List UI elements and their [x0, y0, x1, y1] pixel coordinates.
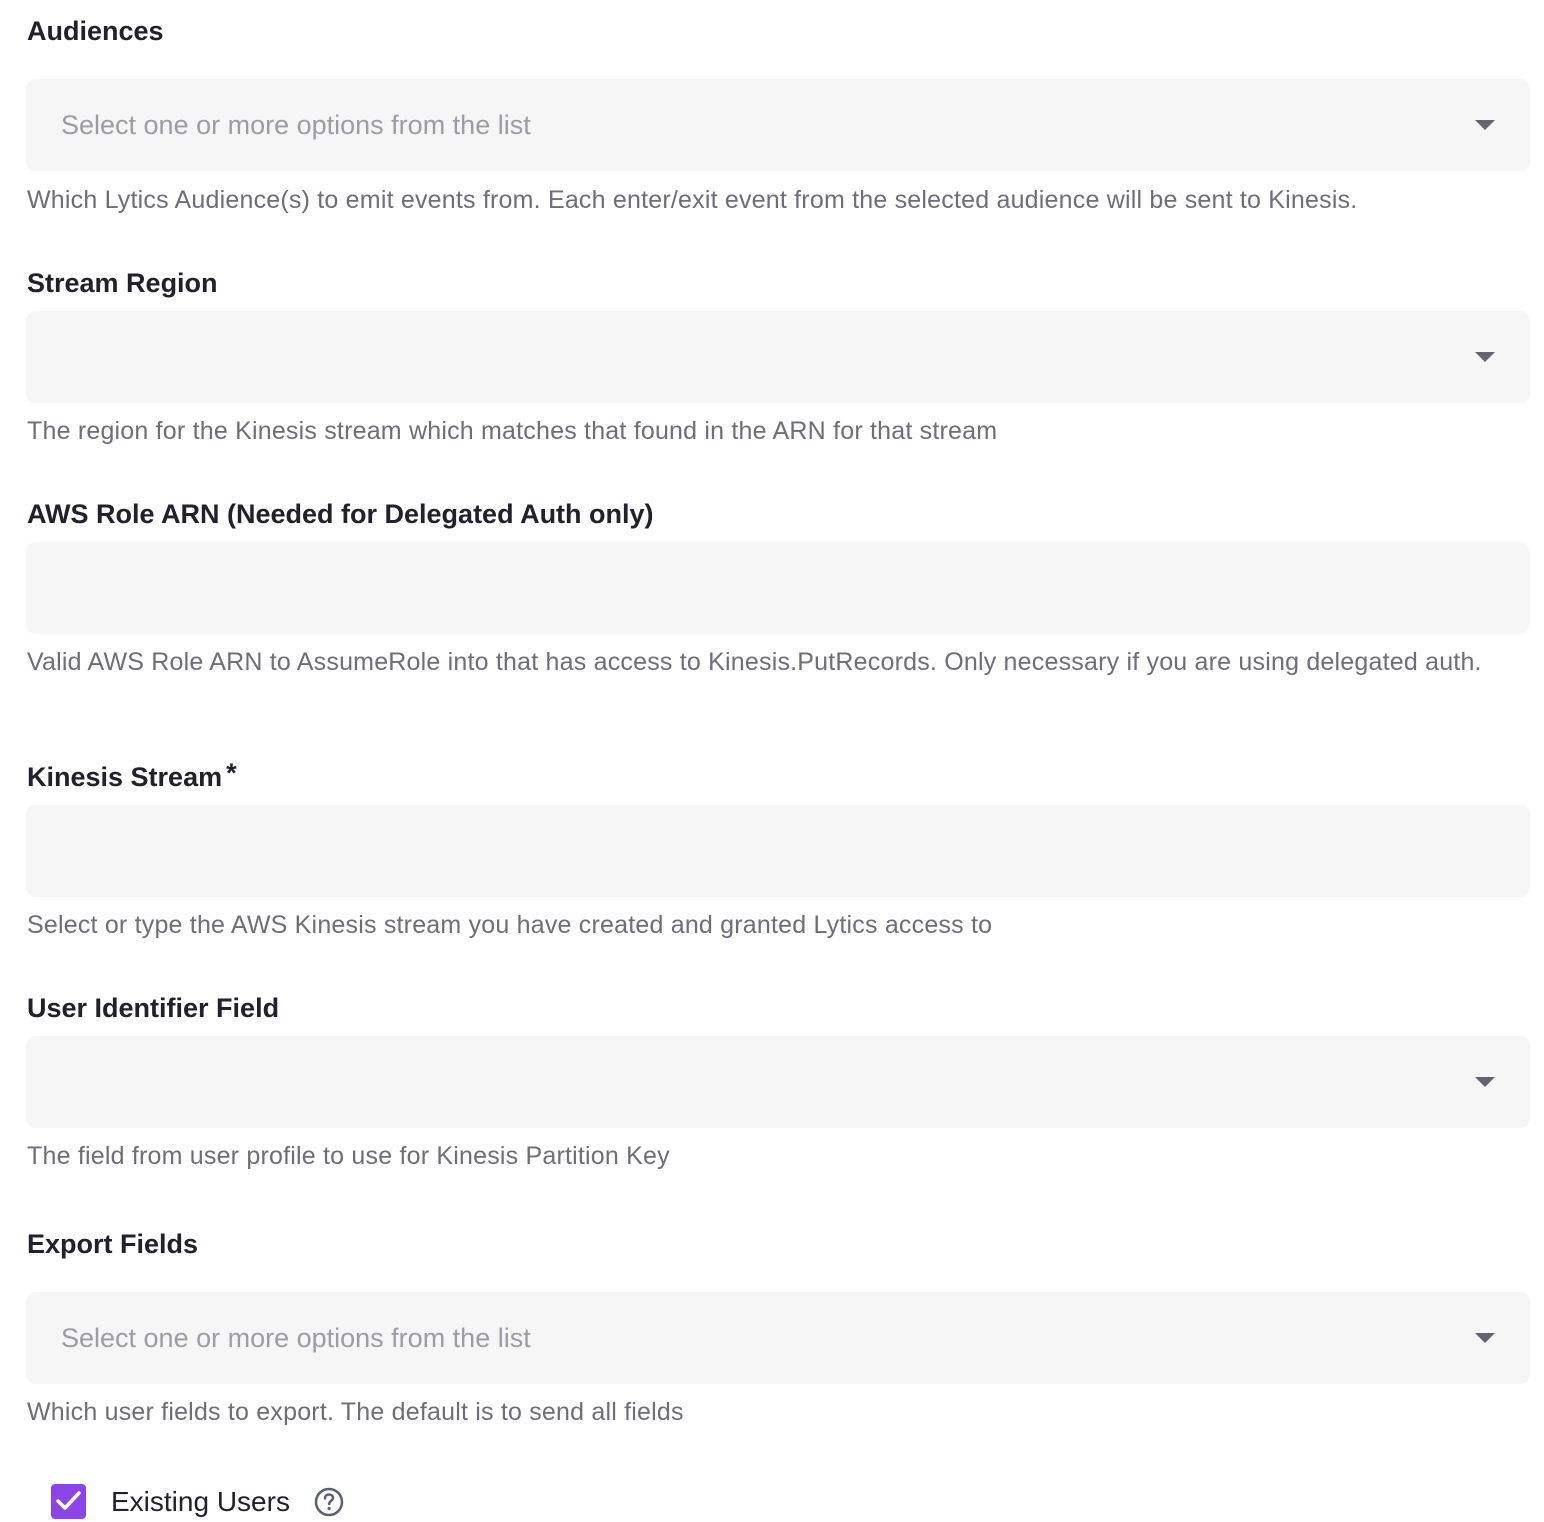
- audiences-select[interactable]: Select one or more options from the list: [26, 79, 1530, 171]
- aws-role-arn-input[interactable]: [26, 542, 1530, 634]
- kinesis-stream-label-text: Kinesis Stream: [27, 762, 223, 792]
- export-fields-placeholder: Select one or more options from the list: [61, 1323, 531, 1353]
- chevron-down-icon[interactable]: [1475, 1333, 1495, 1343]
- existing-users-label[interactable]: Existing Users: [111, 1484, 290, 1520]
- aws-role-arn-help-text: Valid AWS Role ARN to AssumeRole into th…: [27, 648, 1482, 676]
- audiences-help-text: Which Lytics Audience(s) to emit events …: [27, 186, 1358, 214]
- audiences-label: Audiences: [27, 16, 164, 46]
- user-identifier-field-label: User Identifier Field: [27, 993, 280, 1023]
- aws-role-arn-label: AWS Role ARN (Needed for Delegated Auth …: [27, 499, 654, 529]
- export-fields-label: Export Fields: [27, 1229, 199, 1259]
- chevron-down-icon[interactable]: [1475, 352, 1495, 362]
- export-fields-help-text: Which user fields to export. The default…: [27, 1398, 684, 1426]
- stream-region-select[interactable]: [26, 311, 1530, 403]
- chevron-down-icon[interactable]: [1475, 120, 1495, 130]
- stream-region-label: Stream Region: [27, 268, 218, 298]
- kinesis-stream-label: Kinesis Stream *: [27, 758, 237, 793]
- checkmark-icon: [56, 1491, 81, 1510]
- help-circle-icon[interactable]: [314, 1487, 344, 1517]
- required-marker: *: [226, 758, 237, 788]
- kinesis-stream-input[interactable]: [26, 805, 1530, 897]
- user-identifier-field-select[interactable]: [26, 1036, 1530, 1128]
- chevron-down-icon[interactable]: [1475, 1077, 1495, 1087]
- audiences-placeholder: Select one or more options from the list: [61, 110, 531, 140]
- existing-users-checkbox[interactable]: [51, 1484, 86, 1519]
- export-fields-select[interactable]: Select one or more options from the list: [26, 1292, 1530, 1384]
- kinesis-stream-help-text: Select or type the AWS Kinesis stream yo…: [27, 911, 993, 939]
- stream-region-help-text: The region for the Kinesis stream which …: [27, 417, 998, 445]
- user-identifier-field-help-text: The field from user profile to use for K…: [27, 1142, 670, 1170]
